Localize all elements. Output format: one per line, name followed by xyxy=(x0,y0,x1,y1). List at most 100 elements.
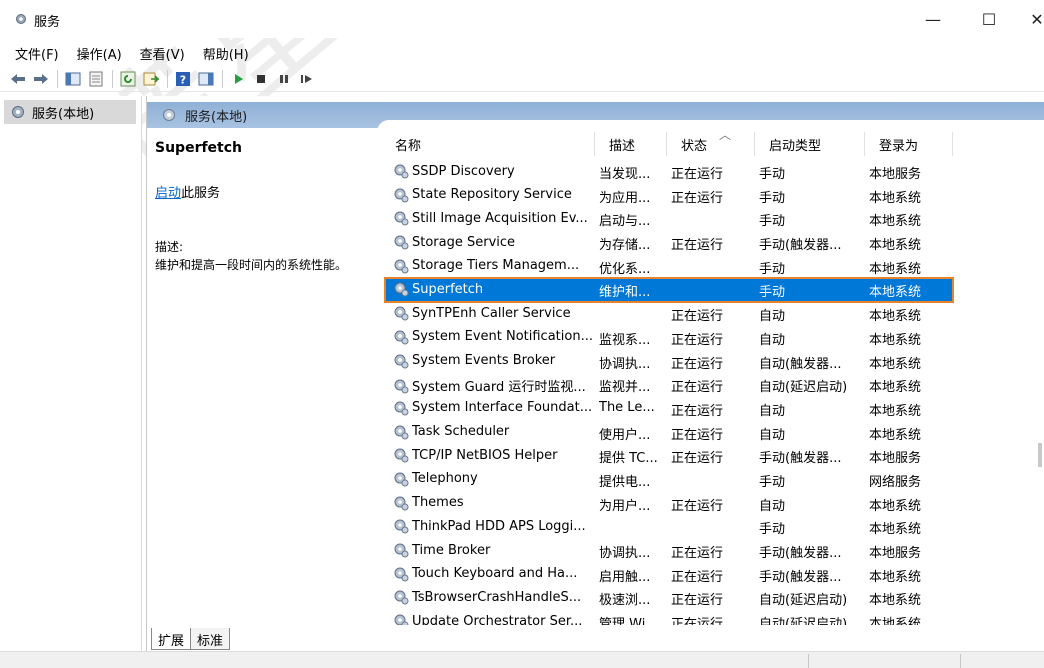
cell-status: 正在运行 xyxy=(671,617,724,625)
back-icon[interactable] xyxy=(8,69,28,89)
table-row[interactable]: Still Image Acquisition Ev... 启动与... 手动 本地系… xyxy=(381,207,1044,231)
cell-status: 正在运行 xyxy=(671,309,724,325)
cell-name: Themes xyxy=(393,495,598,511)
cell-status: 正在运行 xyxy=(671,332,724,348)
table-row[interactable]: Time Broker 协调执... 正在运行 手动(触发器... 本地服务 xyxy=(381,539,1044,563)
menu-action[interactable]: 操作(A) xyxy=(67,41,130,63)
cell-name: TsBrowserCrashHandleS... xyxy=(393,589,598,605)
service-name: SSDP Discovery xyxy=(412,163,515,179)
table-row[interactable]: Storage Service 为存储... 正在运行 手动(触发器... 本地系统 xyxy=(381,231,1044,255)
table-row[interactable]: SSDP Discovery 当发现... 正在运行 手动 本地服务 xyxy=(381,160,1044,184)
show-hide-pane-icon[interactable] xyxy=(196,69,216,89)
tab-standard[interactable]: 标准 xyxy=(190,628,231,650)
table-row[interactable]: TsBrowserCrashHandleS... 极速浏... 正在运行 自动(延迟启… xyxy=(381,586,1044,610)
cell-name: SynTPEnh Caller Service xyxy=(393,305,598,321)
cell-startup-type: 手动 xyxy=(759,474,786,490)
minimize-button[interactable]: — xyxy=(918,8,948,30)
cell-name: System Interface Foundat... xyxy=(393,400,598,416)
cell-status: 正在运行 xyxy=(671,427,724,443)
table-row[interactable]: SynTPEnh Caller Service 正在运行 自动 本地系统 xyxy=(381,302,1044,326)
menu-file[interactable]: 文件(F) xyxy=(0,41,67,63)
cell-log-on-as: 本地系统 xyxy=(869,380,922,396)
service-gear-icon xyxy=(393,613,412,625)
help-icon[interactable]: ? xyxy=(173,69,193,89)
column-header-name[interactable]: 名称 xyxy=(381,132,595,156)
export-icon[interactable] xyxy=(141,69,161,89)
cell-log-on-as: 本地系统 xyxy=(869,285,922,301)
service-name: ThinkPad HDD APS Loggi... xyxy=(412,518,586,534)
service-gear-icon xyxy=(393,378,412,394)
table-row[interactable]: Superfetch 维护和... 手动 本地系统 xyxy=(384,277,954,304)
table-row[interactable]: Telephony 提供电... 手动 网络服务 xyxy=(381,468,1044,492)
properties-icon[interactable] xyxy=(86,69,106,89)
service-gear-icon xyxy=(393,281,412,297)
table-row[interactable]: Themes 为用户... 正在运行 自动 本地系统 xyxy=(381,492,1044,516)
cell-name: Touch Keyboard and Ha... xyxy=(393,566,598,582)
service-name: Telephony xyxy=(412,471,478,487)
table-row[interactable]: System Guard 运行时监视... 监视并... 正在运行 自动(延迟启动) 本… xyxy=(381,373,1044,397)
service-name: Still Image Acquisition Ev... xyxy=(412,210,588,226)
refresh-icon[interactable] xyxy=(118,69,138,89)
service-name: State Repository Service xyxy=(412,187,572,203)
table-row[interactable]: System Interface Foundat... The Le... 正在运行… xyxy=(381,397,1044,421)
cell-status: 正在运行 xyxy=(671,569,724,585)
cell-startup-type: 自动(延迟启动) xyxy=(759,380,848,396)
toolbar: ? xyxy=(0,66,1044,92)
service-gear-icon xyxy=(393,400,412,416)
service-gear-icon xyxy=(393,210,412,226)
cell-status: 正在运行 xyxy=(671,167,724,182)
column-header-status[interactable]: 状态 xyxy=(667,132,755,156)
cell-status: 正在运行 xyxy=(671,498,724,514)
menu-help[interactable]: 帮助(H) xyxy=(193,41,257,63)
cell-startup-type: 手动(触发器... xyxy=(759,569,842,585)
table-row[interactable]: System Events Broker 协调执... 正在运行 自动(触发器... 本… xyxy=(381,350,1044,374)
start-service-link[interactable]: 启动 xyxy=(155,186,181,201)
service-gear-icon xyxy=(393,234,412,250)
start-service-icon[interactable] xyxy=(228,69,248,89)
table-row[interactable]: Update Orchestrator Ser... 管理 Wi... 正在运行 自动… xyxy=(381,610,1044,625)
cell-description: 为应用... xyxy=(599,190,651,206)
service-name: Storage Service xyxy=(412,234,516,250)
table-row[interactable]: ThinkPad HDD APS Loggi... 手动 本地系统 xyxy=(381,515,1044,539)
vertical-scrollbar-thumb[interactable] xyxy=(1038,443,1042,467)
cell-startup-type: 自动 xyxy=(759,427,786,443)
table-row[interactable]: System Event Notification... 监视系... 正在运行 自动… xyxy=(381,326,1044,350)
tab-extended[interactable]: 扩展 xyxy=(151,628,192,650)
cell-name: Telephony xyxy=(393,471,598,487)
forward-icon[interactable] xyxy=(31,69,51,89)
service-gear-icon xyxy=(393,447,412,463)
column-header-startup-type[interactable]: 启动类型 xyxy=(755,132,865,156)
table-row[interactable]: Storage Tiers Managem... 优化系... 手动 本地系统 xyxy=(381,255,1044,279)
table-row[interactable]: State Repository Service 为应用... 正在运行 手动 本地系统 xyxy=(381,184,1044,208)
cell-name: ThinkPad HDD APS Loggi... xyxy=(393,518,598,534)
cell-name: Task Scheduler xyxy=(393,424,598,440)
cell-log-on-as: 本地系统 xyxy=(869,593,922,609)
cell-log-on-as: 本地系统 xyxy=(869,427,922,443)
column-header-description[interactable]: 描述 xyxy=(595,132,667,156)
service-gear-icon xyxy=(393,471,412,487)
table-row[interactable]: TCP/IP NetBIOS Helper 提供 TC... 正在运行 手动(触发器.… xyxy=(381,444,1044,468)
description-text: 维护和提高一段时间内的系统性能。 xyxy=(155,258,348,272)
column-header-log-on-as[interactable]: 登录为 xyxy=(865,132,953,156)
tree-item-services-local[interactable]: 服务(本地) xyxy=(4,100,136,124)
maximize-button[interactable]: ☐ xyxy=(974,8,1004,30)
cell-name: System Event Notification... xyxy=(393,329,598,345)
services-pane: 服务(本地) Superfetch 启动此服务 描述: 维护和提高一段时间内的系… xyxy=(146,96,1044,651)
stop-service-icon[interactable] xyxy=(251,69,271,89)
close-button[interactable]: ✕ xyxy=(1030,8,1044,30)
menu-view[interactable]: 查看(V) xyxy=(130,41,193,63)
cell-startup-type: 手动(触发器... xyxy=(759,238,842,254)
table-row[interactable]: Touch Keyboard and Ha... 启用触... 正在运行 手动(触发器… xyxy=(381,563,1044,587)
cell-startup-type: 自动 xyxy=(759,498,786,514)
pause-service-icon[interactable] xyxy=(274,69,294,89)
cell-status: 正在运行 xyxy=(671,380,724,396)
cell-startup-type: 手动 xyxy=(759,261,786,277)
table-row[interactable]: Task Scheduler 使用户... 正在运行 自动 本地系统 xyxy=(381,421,1044,445)
cell-description: The Le... xyxy=(599,399,655,415)
service-gear-icon xyxy=(393,353,412,369)
cell-status: 正在运行 xyxy=(671,451,724,467)
console-tree-icon[interactable] xyxy=(63,69,83,89)
restart-service-icon[interactable] xyxy=(297,69,317,89)
service-name: Superfetch xyxy=(412,281,484,297)
service-gear-icon xyxy=(393,589,412,605)
